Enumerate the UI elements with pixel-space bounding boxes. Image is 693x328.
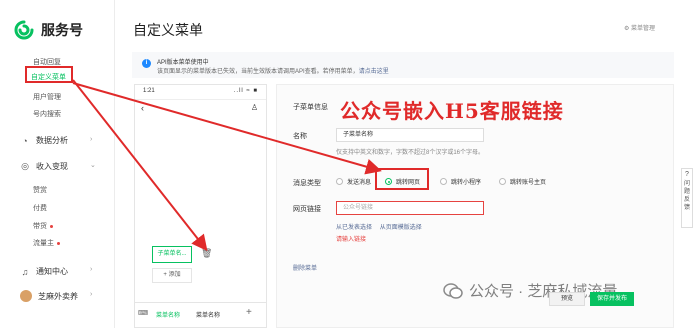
help-icon: ?: [685, 171, 689, 178]
brand[interactable]: 服务号: [14, 20, 83, 40]
preview-button[interactable]: 预览: [549, 292, 585, 306]
sidebar-group-data-analysis[interactable]: ◔ 数据分析: [20, 135, 68, 146]
notice-title: API版本菜单使用中: [157, 60, 209, 66]
name-hint: 仅支持中英文和数字，字数不超过8个汉字或16个字母。: [336, 150, 485, 156]
red-dot-icon: [57, 241, 60, 245]
sidebar-group-monetization[interactable]: ◎ 收入变现: [20, 161, 68, 172]
radio-label: 发送消息: [347, 180, 372, 186]
url-input[interactable]: 公众号链接: [336, 201, 484, 215]
add-menu-icon[interactable]: +: [246, 307, 252, 318]
page-title: 自定义菜单: [133, 22, 203, 38]
radio-icon: [499, 178, 506, 185]
trash-icon[interactable]: 🗑: [201, 248, 212, 259]
phone-status-icons: ..ll ≈ ■: [233, 88, 258, 94]
radio-jump-miniprogram[interactable]: 跳转小程序: [440, 177, 481, 186]
radio-icon: [336, 178, 343, 185]
message-type-label: 消息类型: [293, 180, 321, 187]
menu-settings-link[interactable]: ⚙ 菜单管理: [624, 23, 655, 32]
back-arrow-icon: ‹: [141, 103, 144, 113]
radio-label: 跳转账号主页: [510, 180, 547, 186]
submenu-info-heading: 子菜单信息: [293, 104, 328, 111]
sidebar-item-paid[interactable]: 付费: [33, 203, 47, 213]
phone-time: 1:21: [143, 88, 155, 94]
sidebar-item-label: 带货: [33, 223, 47, 230]
sidebar-item-label: 流量主: [33, 240, 54, 247]
radio-jump-account-home[interactable]: 跳转账号主页: [499, 177, 546, 186]
api-notice-banner: i API版本菜单使用中 该页面显示的菜单版本已失效，当前生效版本请调用API查…: [132, 52, 674, 78]
sidebar-group-label: 收入变现: [36, 162, 68, 171]
sidebar-item-user-management[interactable]: 用户管理: [33, 92, 61, 102]
notice-text: 该页面显示的菜单版本已失效，当前生效版本请调用API查看。若停用菜单，请点击这里: [157, 66, 389, 75]
submenu-item[interactable]: 子菜单名...: [152, 246, 192, 263]
sidebar-item-in-account-search[interactable]: 号内搜索: [33, 109, 61, 119]
annotation-highlight-box: [375, 168, 429, 190]
sidebar-item-commerce[interactable]: 带货: [33, 221, 53, 231]
red-dot-icon: [50, 224, 53, 228]
radio-label: 跳转小程序: [451, 180, 482, 186]
sidebar-notification-center[interactable]: ♫ 通知中心: [20, 266, 68, 277]
sidebar-account[interactable]: 芝麻外卖养: [20, 290, 78, 302]
select-template-link[interactable]: 从页面模版选择: [380, 225, 422, 231]
chevron-right-icon: ›: [90, 291, 93, 298]
url-error-text: 请输入链接: [336, 237, 367, 243]
annotation-title: 公众号嵌入H5客服链接: [340, 99, 564, 123]
divider: [135, 99, 266, 100]
feedback-float-button[interactable]: ? 问题反馈: [681, 168, 693, 228]
save-publish-button[interactable]: 保存并发布: [590, 292, 634, 306]
wechat-watermark-icon: [443, 282, 463, 299]
annotation-highlight-box: [25, 66, 73, 83]
brand-title: 服务号: [41, 22, 83, 38]
radio-send-message[interactable]: 发送消息: [336, 177, 371, 186]
select-published-link[interactable]: 从已发表选择: [336, 225, 372, 231]
sidebar: 服务号 自动回复 自定义菜单 用户管理 号内搜索 ◔ 数据分析 › ◎ 收入变现…: [0, 0, 115, 328]
chevron-down-icon: ⌄: [90, 162, 96, 169]
user-icon: ♙: [250, 103, 258, 112]
avatar: [20, 290, 32, 302]
name-label: 名称: [293, 133, 307, 140]
coin-icon: ◎: [21, 161, 29, 171]
account-name: 芝麻外卖养: [38, 291, 78, 301]
add-submenu-button[interactable]: + 添加: [152, 268, 192, 283]
delete-menu-link[interactable]: 删除菜单: [293, 263, 317, 272]
feedback-label: 问题反馈: [683, 181, 690, 211]
keyboard-icon[interactable]: ⌨: [138, 309, 148, 317]
radio-icon: [440, 178, 447, 185]
menu-settings-label: 菜单管理: [631, 26, 656, 32]
bell-icon: ♫: [21, 266, 29, 277]
phone-menu-bar: ⌨ 菜单名称 菜单名称 +: [134, 302, 267, 328]
chevron-right-icon: ›: [90, 136, 93, 143]
sidebar-item-traffic-master[interactable]: 流量主: [33, 238, 60, 248]
chart-icon: ◔: [22, 135, 28, 146]
name-input[interactable]: 子菜单名称: [336, 128, 484, 142]
notice-body: 该页面显示的菜单版本已失效，当前生效版本请调用API查看。若停用菜单，: [157, 69, 359, 75]
wechat-logo-icon: [14, 20, 34, 40]
menu-tab-1[interactable]: 菜单名称: [156, 310, 180, 319]
url-label: 网页链接: [293, 206, 321, 213]
chevron-right-icon: ›: [90, 266, 93, 273]
sidebar-notify-label: 通知中心: [36, 267, 68, 276]
sidebar-group-label: 数据分析: [36, 136, 68, 145]
notice-link[interactable]: 请点击这里: [359, 69, 389, 75]
url-source-links: 从已发表选择 从页面模版选择: [336, 222, 428, 231]
phone-preview: 1:21 ..ll ≈ ■ ‹ ♙: [134, 84, 267, 328]
info-icon: i: [142, 59, 151, 68]
sidebar-item-appreciation[interactable]: 赞赏: [33, 185, 47, 195]
menu-tab-2[interactable]: 菜单名称: [196, 310, 220, 319]
